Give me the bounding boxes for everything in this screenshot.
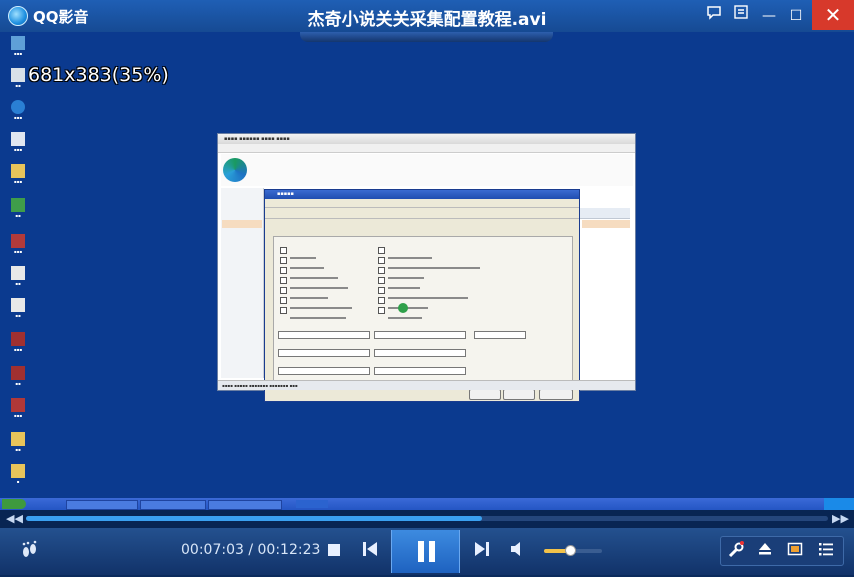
pause-button[interactable] <box>391 530 460 573</box>
previous-button[interactable] <box>360 541 380 561</box>
app-name[interactable]: QQ影音 <box>33 6 89 27</box>
video-area[interactable]: ▪▪▪ ▪▪ ▪▪▪ ▪▪▪ ▪▪▪ ▪▪ ▪▪▪ ▪▪ ▪▪ ▪▪▪ ▪▪ ▪… <box>0 32 854 510</box>
playlist-icon <box>819 543 833 556</box>
screenshot-icon <box>787 542 803 556</box>
desktop-icon: ▪▪ <box>6 68 30 88</box>
time-separator: / <box>243 542 258 558</box>
next-button[interactable] <box>472 541 492 561</box>
desktop-icon: ▪▪ <box>6 366 30 386</box>
recorded-app-window: ▪▪▪▪ ▪▪▪▪▪▪ ▪▪▪▪ ▪▪▪▪ ▪▪▪▪▪ ▪▪▪▪ ▪▪▪▪▪ ▪… <box>217 133 636 402</box>
stop-icon <box>328 544 340 556</box>
seek-bar-area: ◀◀ ▶▶ <box>0 510 854 528</box>
next-icon <box>475 542 489 556</box>
recorded-logo-icon <box>223 158 247 182</box>
desktop-icon: ▪ <box>6 464 30 484</box>
desktop-icon: ▪▪ <box>6 198 30 218</box>
stop-button[interactable] <box>325 542 343 561</box>
video-top-panel[interactable] <box>300 32 553 42</box>
screenshot-button[interactable] <box>784 541 806 561</box>
seek-progress <box>26 516 483 521</box>
desktop-icon: ▪▪▪ <box>6 132 30 152</box>
volume-knob[interactable] <box>565 545 577 556</box>
chat-bubble-icon[interactable] <box>702 4 726 28</box>
desktop-icon: ▪▪▪ <box>6 332 30 352</box>
desktop-icon: ▪▪▪ <box>6 164 30 184</box>
close-button[interactable]: ✕ <box>812 0 854 30</box>
desktop-icon: ▪▪ <box>6 298 30 318</box>
maximize-button[interactable]: ☐ <box>784 4 808 28</box>
previous-icon <box>363 542 377 556</box>
total-time: 00:12:23 <box>257 542 321 558</box>
pause-icon <box>418 541 435 562</box>
mute-button[interactable] <box>508 541 528 561</box>
desktop-icon: ▪▪▪ <box>6 100 30 120</box>
desktop-icon: ▪▪ <box>6 432 30 452</box>
menu-icon[interactable] <box>729 4 753 28</box>
speaker-icon <box>511 542 520 556</box>
eject-icon <box>759 543 771 555</box>
minimize-button[interactable]: — <box>757 4 781 28</box>
tools-button[interactable] <box>725 541 747 561</box>
desktop-icon: ▪▪▪ <box>6 36 30 56</box>
right-tool-group <box>720 536 844 566</box>
time-display: 00:07:03 / 00:12:23 <box>181 542 320 558</box>
rewind-icon[interactable]: ◀◀ <box>6 512 23 525</box>
desktop-icon: ▪▪▪ <box>6 398 30 418</box>
recorded-config-dialog: ▪▪▪▪▪ <box>264 189 580 402</box>
title-bar: QQ影音 杰奇小说关关采集配置教程.avi — ☐ ✕ <box>0 0 854 32</box>
recorded-taskbar <box>0 498 854 510</box>
qq-player-logo-icon[interactable] <box>8 6 28 26</box>
playlist-button[interactable] <box>815 541 837 561</box>
footprint-icon[interactable] <box>18 540 40 564</box>
tools-icon <box>728 541 744 558</box>
volume-slider[interactable] <box>544 545 602 556</box>
control-bar: 00:07:03 / 00:12:23 <box>0 528 854 575</box>
fast-forward-icon[interactable]: ▶▶ <box>832 512 849 525</box>
desktop-icon: ▪▪ <box>6 266 30 286</box>
eject-button[interactable] <box>754 541 776 561</box>
current-time: 00:07:03 <box>181 542 244 558</box>
desktop-icon: ▪▪▪ <box>6 234 30 254</box>
video-size-osd: 681x383(35%) <box>28 64 169 86</box>
seek-track[interactable] <box>26 516 828 521</box>
